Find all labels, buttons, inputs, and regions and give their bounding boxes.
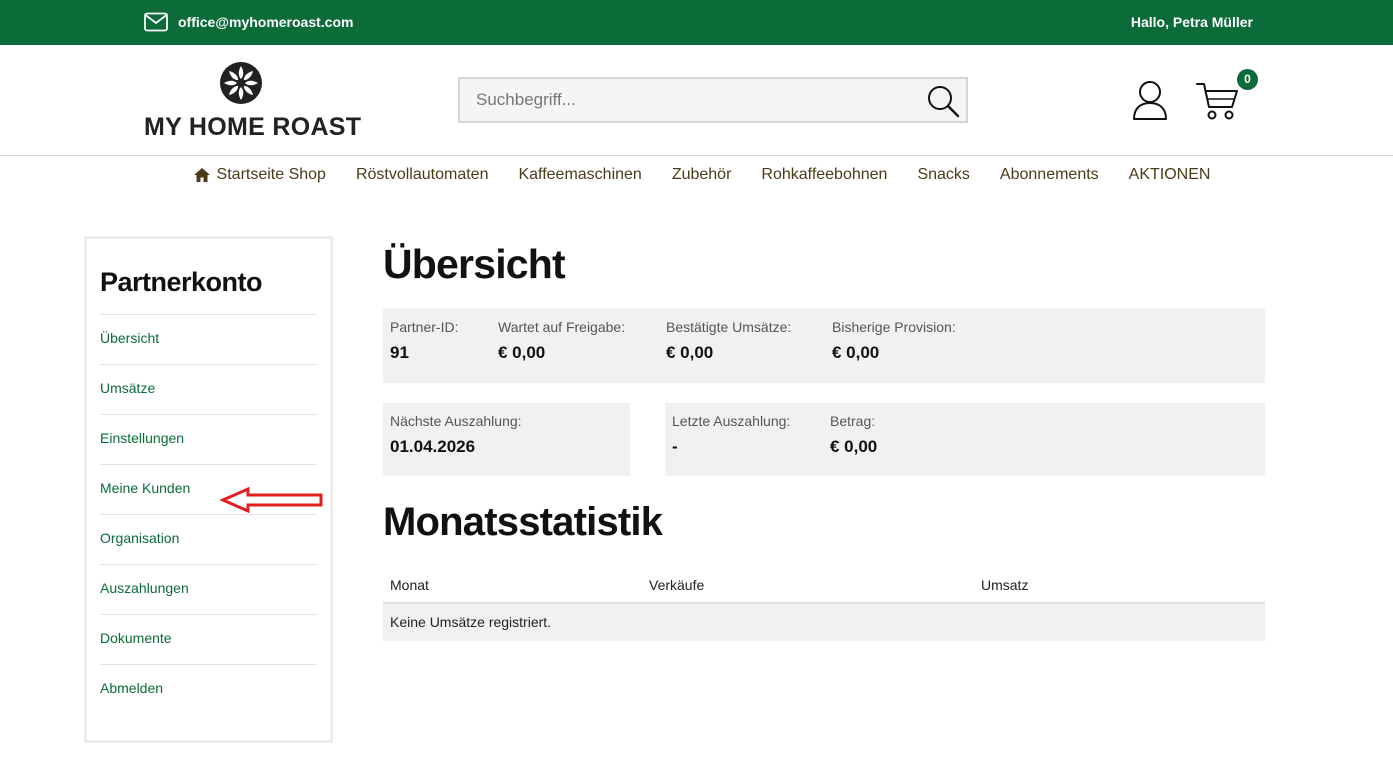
nav-item-abonnements[interactable]: Abonnements bbox=[985, 156, 1114, 194]
column-header-month: Monat bbox=[390, 577, 429, 593]
logo[interactable]: MY HOME ROAST bbox=[144, 61, 362, 141]
stat-label: Partner-ID: bbox=[390, 319, 459, 335]
nav-item-kaffeemaschinen[interactable]: Kaffeemaschinen bbox=[503, 156, 656, 194]
stat-label: Nächste Auszahlung: bbox=[390, 413, 522, 429]
next-payout-panel: Nächste Auszahlung: 01.04.2026 bbox=[383, 403, 630, 476]
nav-item-snacks[interactable]: Snacks bbox=[902, 156, 984, 194]
sidebar-item-umsaetze[interactable]: Umsätze bbox=[100, 364, 317, 414]
column-header-revenue: Umsatz bbox=[981, 577, 1029, 593]
page-title: Übersicht bbox=[383, 241, 566, 287]
user-greeting: Hallo, Petra Müller bbox=[1130, 14, 1253, 30]
nav-item-startseite-shop[interactable]: Startseite Shop bbox=[178, 156, 341, 194]
stat-pending-approval: Wartet auf Freigabe: € 0,00 bbox=[498, 319, 625, 363]
annotation-arrow-icon bbox=[220, 486, 323, 514]
logo-text: MY HOME ROAST bbox=[144, 113, 362, 141]
user-icon[interactable] bbox=[1132, 79, 1168, 121]
sidebar-item-uebersicht[interactable]: Übersicht bbox=[100, 314, 317, 364]
site-header: MY HOME ROAST 0 bbox=[0, 45, 1393, 156]
column-header-sales: Verkäufe bbox=[649, 577, 705, 593]
nav-item-label: Snacks bbox=[917, 166, 970, 183]
stat-value: 91 bbox=[390, 343, 409, 362]
nav-item-label: AKTIONEN bbox=[1128, 166, 1211, 183]
search-bar bbox=[458, 77, 968, 123]
stat-last-payout: Letzte Auszahlung: - bbox=[672, 413, 790, 457]
stat-value: - bbox=[672, 437, 678, 456]
search-icon[interactable] bbox=[926, 84, 960, 118]
sidebar-item-auszahlungen[interactable]: Auszahlungen bbox=[100, 564, 317, 614]
stat-value: € 0,00 bbox=[666, 343, 714, 362]
nav-item-zubehoer[interactable]: Zubehör bbox=[657, 156, 747, 194]
contact-email[interactable]: office@myhomeroast.com bbox=[144, 12, 353, 32]
search-input[interactable] bbox=[460, 79, 920, 121]
nav-item-roestvollautomaten[interactable]: Röstvollautomaten bbox=[341, 156, 504, 194]
last-payout-panel: Letzte Auszahlung: - Betrag: € 0,00 bbox=[665, 403, 1265, 476]
sidebar-item-dokumente[interactable]: Dokumente bbox=[100, 614, 317, 664]
stat-next-payout: Nächste Auszahlung: 01.04.2026 bbox=[390, 413, 522, 457]
sidebar-item-einstellungen[interactable]: Einstellungen bbox=[100, 414, 317, 464]
section-title: Monatsstatistik bbox=[383, 500, 663, 544]
email-text[interactable]: office@myhomeroast.com bbox=[178, 14, 353, 30]
stat-value: € 0,00 bbox=[498, 343, 546, 362]
nav-item-rohkaffeebohnen[interactable]: Rohkaffeebohnen bbox=[746, 156, 902, 194]
monthly-stats-table: Monat Verkäufe Umsatz Keine Umsätze regi… bbox=[383, 569, 1265, 641]
nav-item-label: Zubehör bbox=[671, 166, 732, 183]
home-icon bbox=[193, 168, 210, 182]
logo-mark-icon bbox=[220, 62, 262, 104]
stat-value: € 0,00 bbox=[832, 343, 880, 362]
stats-panel: Partner-ID: 91 Wartet auf Freigabe: € 0,… bbox=[383, 308, 1265, 383]
stat-label: Wartet auf Freigabe: bbox=[498, 319, 626, 335]
top-bar: office@myhomeroast.com Hallo, Petra Müll… bbox=[0, 0, 1393, 45]
nav-item-label: Startseite Shop bbox=[216, 166, 326, 183]
table-empty-row: Keine Umsätze registriert. bbox=[383, 604, 1265, 641]
sidebar-title: Partnerkonto bbox=[100, 267, 263, 297]
stat-confirmed-sales: Bestätigte Umsätze: € 0,00 bbox=[666, 319, 791, 363]
nav-item-label: Kaffeemaschinen bbox=[518, 166, 642, 183]
stat-label: Bestätigte Umsätze: bbox=[666, 319, 792, 335]
cart-icon[interactable] bbox=[1196, 81, 1240, 121]
cart-count-badge: 0 bbox=[1237, 69, 1258, 90]
sidebar-item-organisation[interactable]: Organisation bbox=[100, 514, 317, 564]
table-header: Monat Verkäufe Umsatz bbox=[383, 569, 1265, 604]
stat-amount: Betrag: € 0,00 bbox=[830, 413, 877, 457]
nav-item-aktionen[interactable]: AKTIONEN bbox=[1114, 156, 1226, 194]
nav-item-label: Rohkaffeebohnen bbox=[761, 166, 888, 183]
sidebar-item-abmelden[interactable]: Abmelden bbox=[100, 664, 317, 714]
stat-value: 01.04.2026 bbox=[390, 437, 476, 456]
stat-label: Letzte Auszahlung: bbox=[672, 413, 791, 429]
stat-commission: Bisherige Provision: € 0,00 bbox=[832, 319, 956, 363]
main-navigation: Startseite Shop Röstvollautomaten Kaffee… bbox=[0, 156, 1393, 196]
nav-item-label: Abonnements bbox=[999, 166, 1099, 183]
mail-icon bbox=[144, 12, 168, 32]
stat-label: Betrag: bbox=[830, 413, 876, 429]
stat-label: Bisherige Provision: bbox=[832, 319, 956, 335]
stat-value: € 0,00 bbox=[830, 437, 878, 456]
stat-partner-id: Partner-ID: 91 bbox=[390, 319, 458, 363]
nav-item-label: Röstvollautomaten bbox=[355, 166, 489, 183]
